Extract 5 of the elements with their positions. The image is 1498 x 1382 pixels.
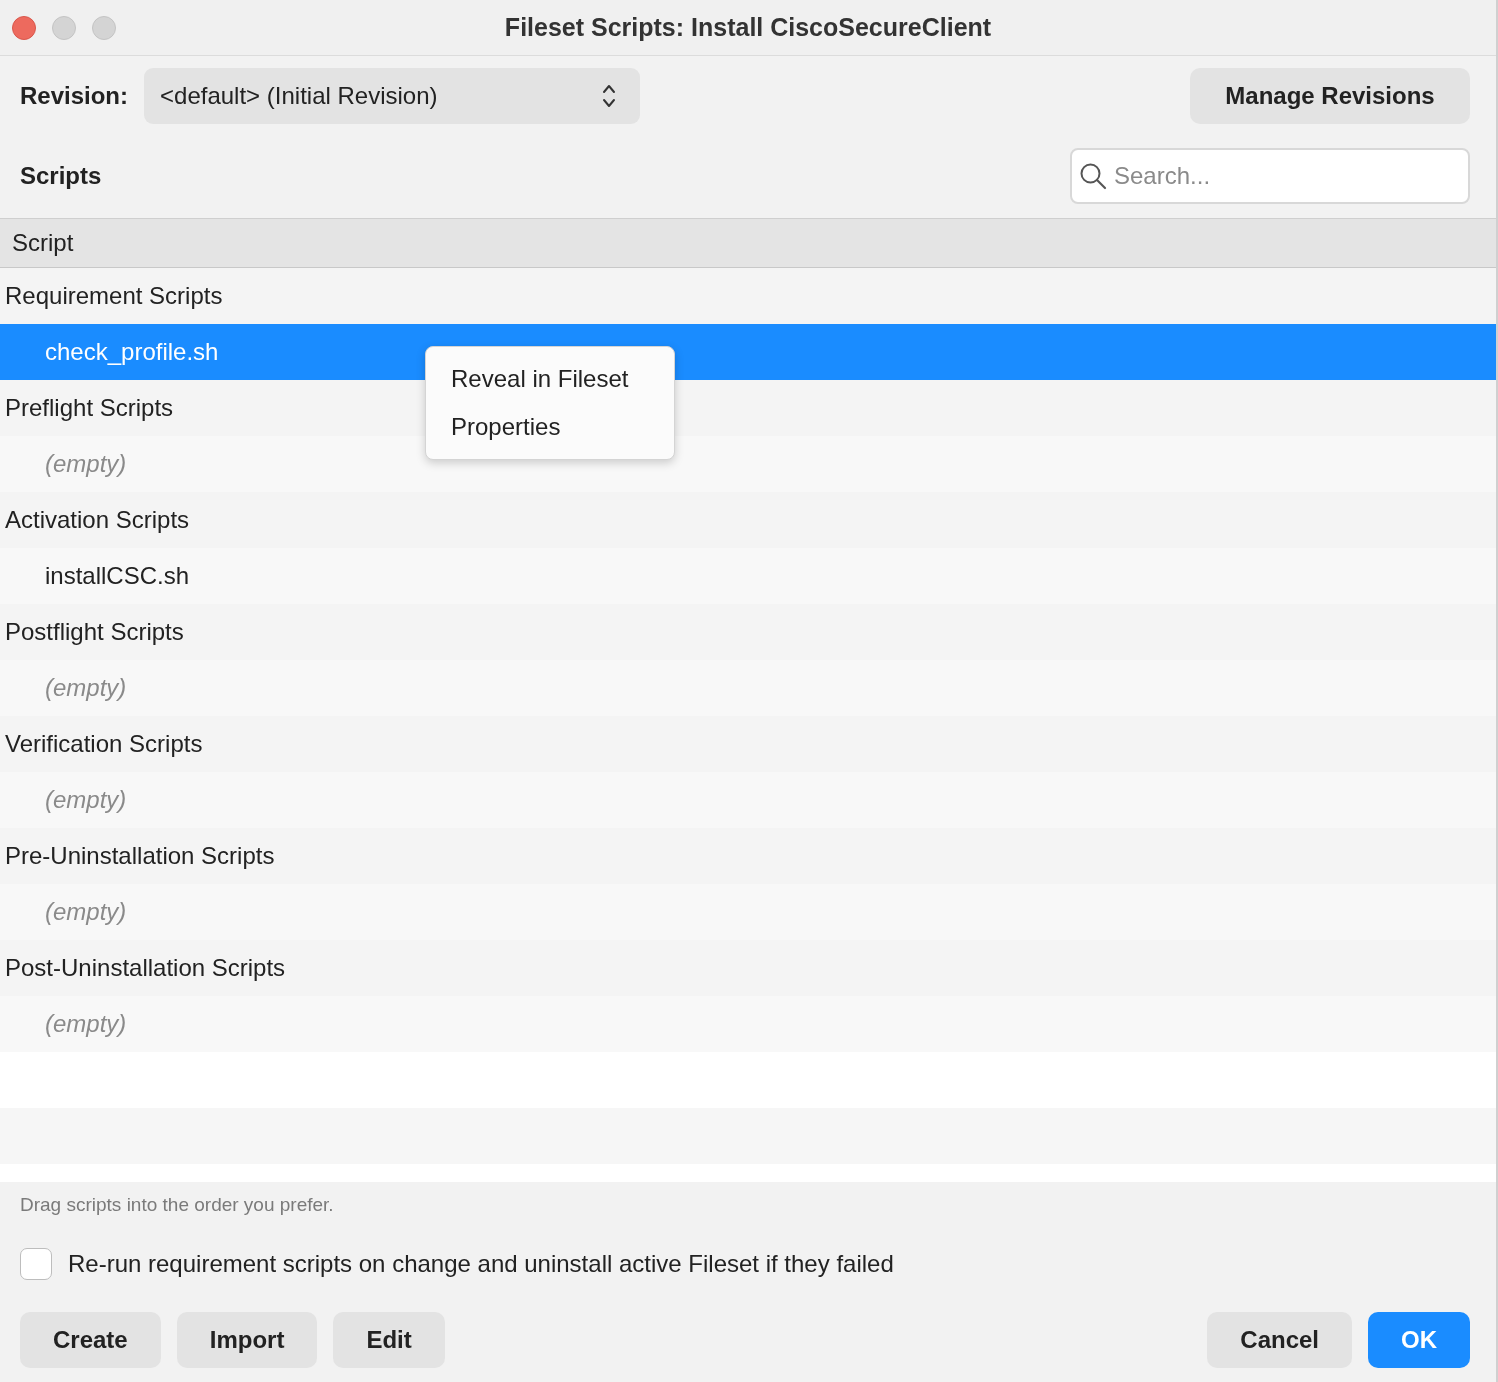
revision-label: Revision: [20, 82, 129, 110]
scripts-heading: Scripts [20, 162, 102, 190]
hint-text: Drag scripts into the order you prefer. [20, 1194, 335, 1216]
window-title: Fileset Scripts: Install CiscoSecureClient [504, 13, 992, 42]
checkbox-label: Re-run requirement scripts on change and uninstall active Fileset if they failed [68, 1250, 894, 1278]
